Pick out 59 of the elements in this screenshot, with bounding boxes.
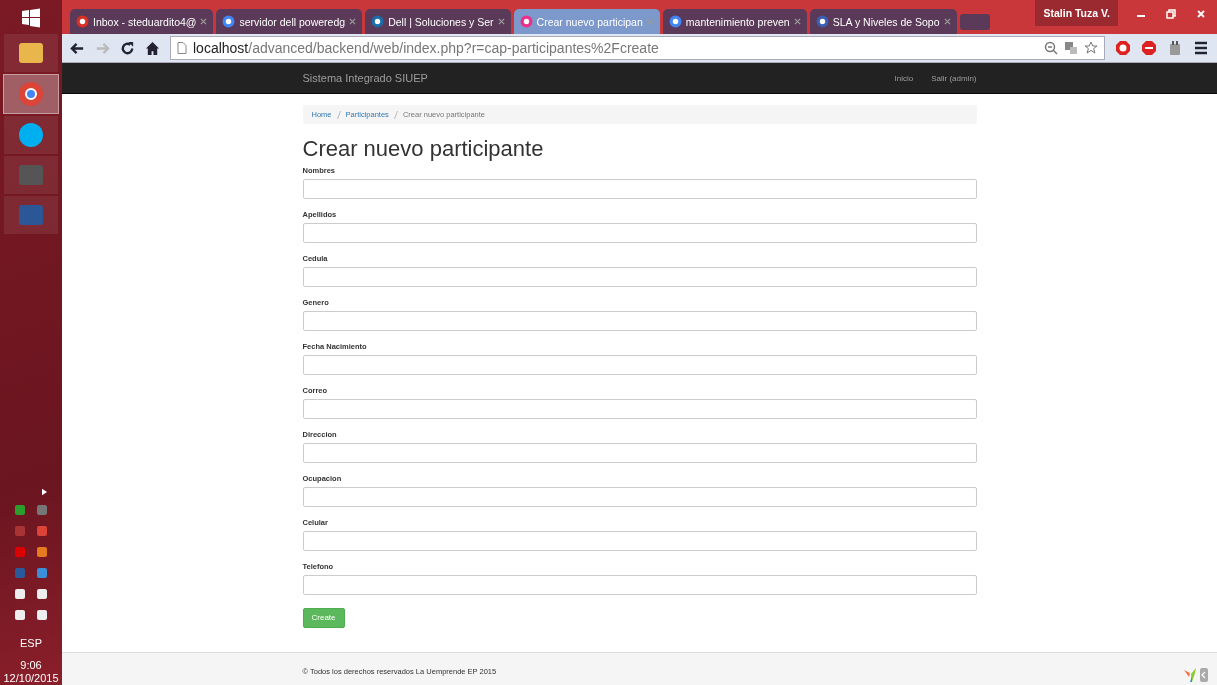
input-field[interactable] — [302, 531, 977, 551]
nav-link[interactable]: Inicio — [894, 73, 914, 83]
favicon-icon — [519, 15, 533, 28]
clock-time: 9:06 — [20, 659, 42, 672]
input-field[interactable] — [302, 487, 977, 507]
show-hidden-icons-icon[interactable] — [41, 488, 47, 496]
adblock-icon[interactable] — [1141, 40, 1157, 56]
close-icon[interactable] — [1195, 8, 1207, 20]
close-icon[interactable] — [943, 18, 951, 25]
star-icon[interactable] — [1084, 41, 1098, 55]
page-icon — [177, 42, 187, 54]
nav-link[interactable]: Salir (admin) — [931, 73, 977, 83]
favicon-icon — [815, 15, 829, 28]
input-field[interactable] — [302, 443, 977, 463]
language-indicator[interactable]: ESP — [20, 637, 42, 649]
address-bar[interactable]: localhost/advanced/backend/web/index.php?r=cap-participantes%2Fcreate — [170, 36, 1105, 60]
debug-toolbar-icon[interactable] — [1183, 667, 1209, 683]
browser-tab[interactable]: mantenimiento preven — [662, 9, 807, 34]
slash-icon — [393, 110, 398, 119]
translate-icon[interactable] — [1064, 41, 1078, 55]
input-field[interactable] — [302, 179, 977, 199]
browser-tab[interactable]: servidor dell poweredg — [216, 9, 363, 34]
input-field[interactable] — [302, 575, 977, 595]
close-icon[interactable] — [497, 18, 505, 25]
menu-icon[interactable] — [1193, 40, 1209, 56]
input-field[interactable] — [302, 399, 977, 419]
reload-icon[interactable] — [120, 40, 135, 56]
close-icon[interactable] — [200, 18, 208, 25]
restore-icon[interactable] — [1165, 8, 1177, 20]
site-brand[interactable]: Sistema Integrado SIUEP — [302, 72, 428, 84]
input-field[interactable] — [302, 223, 977, 243]
favicon-icon — [371, 15, 385, 28]
input-field[interactable] — [302, 311, 977, 331]
clock-date: 12/10/2015 — [3, 672, 59, 685]
home-icon[interactable] — [145, 40, 160, 56]
back-icon[interactable] — [70, 40, 85, 56]
tray-icon[interactable] — [14, 588, 26, 600]
tray-icon[interactable] — [14, 609, 26, 621]
browser-tab[interactable]: Dell | Soluciones y Ser — [365, 9, 511, 34]
favicon-icon — [668, 15, 682, 28]
start-icon[interactable] — [21, 8, 41, 28]
input-field[interactable] — [302, 355, 977, 375]
close-icon[interactable] — [793, 18, 801, 25]
new-tab-button[interactable] — [959, 14, 990, 30]
favicon-icon — [222, 15, 236, 28]
page-title: Crear nuevo participante — [302, 136, 545, 162]
browser-tab[interactable]: SLA y Niveles de Sopo — [809, 9, 957, 34]
profile-name[interactable]: Stalin Tuza V. — [1035, 0, 1118, 26]
slash-icon — [336, 110, 341, 119]
browser-tab[interactable]: Inbox - steduardito4@ — [70, 9, 214, 34]
zoom-icon[interactable] — [1044, 41, 1058, 55]
stop-sign-icon[interactable] — [1115, 40, 1131, 56]
close-icon[interactable] — [349, 18, 357, 25]
favicon-icon — [76, 15, 89, 28]
input-field[interactable] — [302, 267, 977, 287]
plug-icon[interactable] — [1167, 40, 1183, 56]
tray-icon[interactable] — [36, 588, 48, 600]
tray-icon[interactable] — [36, 609, 48, 621]
tray-icon[interactable] — [36, 546, 48, 558]
